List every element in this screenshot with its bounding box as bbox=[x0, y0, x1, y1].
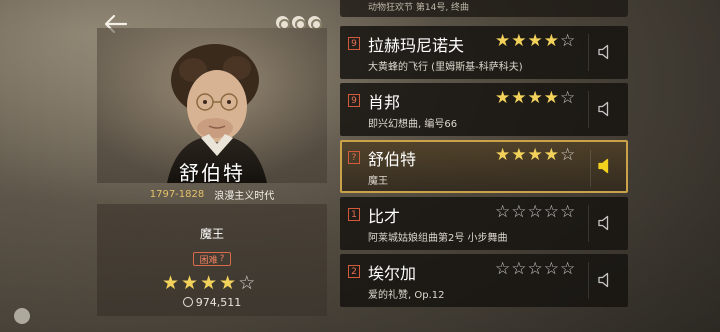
star-empty-icon: ☆ bbox=[495, 202, 511, 222]
song-star-rating: ★ ★ ★ ★ ☆ bbox=[495, 146, 575, 164]
star-empty-icon: ☆ bbox=[560, 259, 576, 279]
difficulty-label: 困难 bbox=[199, 255, 218, 266]
difficulty-badge[interactable]: 困难 ? bbox=[193, 252, 231, 266]
song-subtitle: 阿莱城姑娘组曲第2号 小步舞曲 bbox=[368, 233, 508, 244]
speaker-icon[interactable] bbox=[596, 157, 614, 175]
star-filled-icon: ★ bbox=[200, 272, 218, 294]
song-star-rating: ★ ★ ★ ★ ☆ bbox=[495, 89, 575, 107]
song-level-badge: 2 bbox=[348, 265, 360, 278]
star-empty-icon: ☆ bbox=[560, 31, 576, 51]
composer-era: 浪漫主义时代 bbox=[214, 190, 275, 202]
speaker-icon[interactable] bbox=[596, 271, 614, 289]
song-composer: 舒伯特 bbox=[368, 150, 417, 169]
star-empty-icon: ☆ bbox=[543, 202, 559, 222]
star-empty-icon: ☆ bbox=[238, 272, 256, 294]
row-divider bbox=[588, 262, 589, 299]
song-level-badge: 1 bbox=[348, 208, 360, 221]
song-composer: 埃尔加 bbox=[368, 264, 417, 283]
star-empty-icon: ☆ bbox=[560, 202, 576, 222]
speaker-icon[interactable] bbox=[596, 100, 614, 118]
song-level-badge: ? bbox=[348, 151, 360, 164]
difficulty-marker: ? bbox=[219, 254, 225, 264]
star-filled-icon: ★ bbox=[543, 88, 559, 108]
song-level-badge: 9 bbox=[348, 94, 360, 107]
star-filled-icon: ★ bbox=[495, 31, 511, 51]
composer-years: 1797-1828 bbox=[149, 188, 205, 200]
score-value: 974,511 bbox=[195, 296, 242, 309]
song-row[interactable]: 9 拉赫玛尼诺夫 大黄蜂的飞行 (里姆斯基-科萨科夫) ★ ★ ★ ★ ☆ bbox=[340, 26, 628, 79]
globe-icon[interactable] bbox=[14, 308, 30, 324]
star-empty-icon: ☆ bbox=[527, 202, 543, 222]
star-filled-icon: ★ bbox=[511, 145, 527, 165]
score: 974,511 bbox=[97, 296, 327, 309]
composer-info: 1797-1828 浪漫主义时代 bbox=[97, 184, 327, 204]
star-filled-icon: ★ bbox=[543, 31, 559, 51]
star-filled-icon: ★ bbox=[495, 88, 511, 108]
song-star-rating: ★ ★ ★ ★ ☆ bbox=[495, 32, 575, 50]
song-composer: 肖邦 bbox=[368, 93, 401, 112]
star-filled-icon: ★ bbox=[511, 31, 527, 51]
star-filled-icon: ★ bbox=[495, 145, 511, 165]
song-row[interactable]: 1 比才 阿莱城姑娘组曲第2号 小步舞曲 ☆ ☆ ☆ ☆ ☆ bbox=[340, 197, 628, 250]
star-empty-icon: ☆ bbox=[511, 259, 527, 279]
current-song-title: 魔王 bbox=[199, 227, 224, 241]
detail-star-rating: ★ ★ ★ ★ ☆ bbox=[162, 274, 255, 293]
song-subtitle: 即兴幻想曲, 编号66 bbox=[368, 119, 458, 130]
song-subtitle: 魔王 bbox=[368, 176, 388, 187]
song-star-rating: ☆ ☆ ☆ ☆ ☆ bbox=[495, 203, 575, 221]
song-row-partial[interactable]: 动物狂欢节 第14号, 终曲 bbox=[340, 0, 628, 17]
song-composer: 拉赫玛尼诺夫 bbox=[368, 36, 465, 55]
star-empty-icon: ☆ bbox=[543, 259, 559, 279]
song-row[interactable]: ? 舒伯特 魔王 ★ ★ ★ ★ ☆ bbox=[340, 140, 628, 193]
star-filled-icon: ★ bbox=[527, 31, 543, 51]
speaker-icon[interactable] bbox=[596, 214, 614, 232]
star-empty-icon: ☆ bbox=[511, 202, 527, 222]
row-divider bbox=[588, 34, 589, 71]
song-subtitle: 爱的礼赞, Op.12 bbox=[368, 290, 445, 301]
star-empty-icon: ☆ bbox=[527, 259, 543, 279]
star-filled-icon: ★ bbox=[527, 88, 543, 108]
star-filled-icon: ★ bbox=[511, 88, 527, 108]
song-row[interactable]: 2 埃尔加 爱的礼赞, Op.12 ☆ ☆ ☆ ☆ ☆ bbox=[340, 254, 628, 307]
star-empty-icon: ☆ bbox=[560, 145, 576, 165]
row-divider bbox=[588, 205, 589, 242]
song-subtitle: 大黄蜂的飞行 (里姆斯基-科萨科夫) bbox=[368, 62, 523, 73]
star-filled-icon: ★ bbox=[543, 145, 559, 165]
row-divider bbox=[590, 150, 591, 187]
score-icon bbox=[182, 297, 193, 307]
star-filled-icon: ★ bbox=[219, 272, 237, 294]
star-empty-icon: ☆ bbox=[495, 259, 511, 279]
star-empty-icon: ☆ bbox=[560, 88, 576, 108]
composer-name: 舒伯特 bbox=[179, 161, 245, 185]
song-composer: 比才 bbox=[368, 207, 401, 226]
speaker-icon[interactable] bbox=[596, 43, 614, 61]
song-level-badge: 9 bbox=[348, 37, 360, 50]
song-list: 动物狂欢节 第14号, 终曲 9 拉赫玛尼诺夫大黄蜂的飞行 (里姆斯基-科萨科夫)… bbox=[340, 0, 628, 332]
star-filled-icon: ★ bbox=[181, 272, 199, 294]
star-filled-icon: ★ bbox=[527, 145, 543, 165]
song-subtitle: 动物狂欢节 第14号, 终曲 bbox=[368, 3, 470, 13]
row-divider bbox=[588, 91, 589, 128]
song-star-rating: ☆ ☆ ☆ ☆ ☆ bbox=[495, 260, 575, 278]
star-filled-icon: ★ bbox=[162, 272, 180, 294]
song-row[interactable]: 9 肖邦 即兴幻想曲, 编号66 ★ ★ ★ ★ ☆ bbox=[340, 83, 628, 136]
